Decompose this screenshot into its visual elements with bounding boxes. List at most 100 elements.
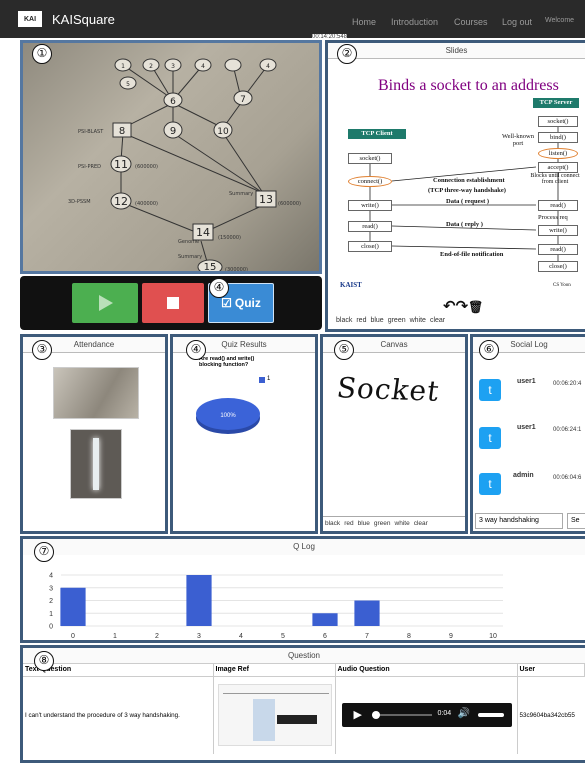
svg-text:13: 13 [259,193,273,206]
nav-home[interactable]: Home [352,17,376,27]
attendee-camera-2 [70,429,122,499]
svg-text:2: 2 [149,63,153,70]
brand-name[interactable]: KAISquare [52,12,115,27]
media-controls: ☑ Quiz [20,276,322,330]
trash-icon[interactable]: 🗑 [468,300,483,314]
site-logo[interactable]: KAI [18,11,42,27]
video-panel: 12 34 45 76 8 9 10 11 12 13 14 15 PSI-BLAST P… [20,40,322,274]
bar[interactable] [60,587,86,626]
panel-number-5: ⑤ [334,340,354,360]
bar[interactable] [354,600,380,627]
log-user: user1 [517,424,536,431]
color-clear[interactable]: clear [414,520,428,527]
navbar: KAI KAISquare Home Introduction Courses … [0,0,585,38]
audio-time: 0:04 [437,710,452,718]
panel-number-3: ③ [32,340,52,360]
twitter-icon: t [479,473,501,495]
legend-swatch [259,377,265,383]
svg-text:7: 7 [240,95,246,105]
color-clear[interactable]: clear [430,317,445,324]
nav-introduction[interactable]: Introduction [391,17,438,27]
nav-courses[interactable]: Courses [454,17,488,27]
redo-icon[interactable]: ↷ [456,297,469,315]
log-time: 00:06:04:6 [553,475,582,481]
question-panel: Question Text Question Image Ref Audio Q… [20,645,585,763]
slide-footer-author: CS Yoon [553,283,571,288]
x-tick-label: 8 [407,633,411,640]
svg-text:12: 12 [114,195,128,208]
svg-text:PSI-BLAST: PSI-BLAST [78,129,104,135]
y-tick-label: 2 [49,598,53,605]
y-tick-label: 0 [49,624,53,631]
x-tick-label: 6 [323,633,327,640]
bar[interactable] [186,575,212,626]
hierarchy-diagram: 12 34 45 76 8 9 10 1112 1314 15 PSI-BLASTP… [68,58,301,271]
play-icon[interactable]: ▶ [354,708,362,721]
svg-text:(600000): (600000) [278,201,301,207]
svg-text:(300000): (300000) [225,267,248,271]
panel-number-2: ② [337,44,357,64]
x-tick-label: 7 [365,633,369,640]
panel-number-1: ① [32,44,52,64]
attendance-panel: Attendance [20,334,168,534]
slide-arrows [369,127,559,261]
color-blue[interactable]: blue [370,317,383,324]
audio-player[interactable]: ▶ 0:04 🔊 [341,703,512,728]
color-black[interactable]: black [336,317,352,324]
color-white[interactable]: white [410,317,426,324]
image-ref-thumbnail[interactable] [217,684,332,747]
quiz-results-panel: Quiz Results Are read() and write() bloc… [170,334,318,534]
svg-text:15: 15 [204,262,217,271]
note-connection: Connection establishment [433,177,505,184]
color-green[interactable]: green [388,317,406,324]
panel-number-6: ⑥ [479,340,499,360]
canvas-drawing[interactable]: Socket [335,371,442,407]
table-header: Text Question Image Ref Audio Question U… [23,664,585,677]
svg-text:(150000): (150000) [218,235,241,241]
volume-icon[interactable]: 🔊 [458,708,470,719]
q-log-chart: 0 1 2 3 4 0 1 2 3 4 5 6 7 8 9 10 [49,573,503,640]
svg-text:1: 1 [121,63,125,70]
play-icon [99,295,113,311]
color-black[interactable]: black [325,520,340,527]
canvas-panel: Canvas Socket black red blue green white clea… [320,334,468,534]
svg-text:6: 6 [170,97,176,107]
play-button[interactable] [72,283,138,323]
table-row: I can't understand the procedure of 3 wa… [23,676,585,754]
note-request: Data ( request ) [446,198,490,205]
nav-logout[interactable]: Log out [502,17,532,27]
bar[interactable] [312,613,338,626]
panel-number-7: ⑦ [34,542,54,562]
panel-number-4-quiz: ④ [209,278,229,298]
color-blue[interactable]: blue [358,520,370,527]
color-red[interactable]: red [344,520,353,527]
social-log-input[interactable]: 3 way handshaking [475,513,563,529]
svg-text:3D-PSSM: 3D-PSSM [68,199,91,205]
pie-label: 100% [220,413,236,419]
quiz-pie-chart: 100% [196,398,260,434]
note-well-known: Well-known port [502,133,534,147]
svg-text:(600000): (600000) [135,164,158,170]
x-tick-label: 4 [239,633,243,640]
slides-panel: Slides Binds a socket to an address TCP … [325,40,585,332]
q-log-title: Q Log [23,539,585,555]
drawing-tools: ↶↷🗑 [443,297,483,315]
svg-text:4: 4 [201,63,205,70]
log-time: 00:06:24:1 [553,427,582,433]
quiz-button-label: Quiz [234,296,261,310]
color-red[interactable]: red [356,317,366,324]
col-audio-question: Audio Question [335,664,518,677]
color-green[interactable]: green [374,520,391,527]
question-text: I can't understand the procedure of 3 wa… [23,676,214,754]
col-user: User [517,664,585,677]
undo-icon[interactable]: ↶ [443,297,456,315]
stop-button[interactable] [142,283,204,323]
svg-text:(400000): (400000) [135,201,158,207]
x-tick-label: 3 [197,633,201,640]
send-button[interactable]: Se [567,513,585,529]
note-blocks: Blocks until connect from client [530,173,580,185]
user-id: 53c9604ba342cb55 [519,711,575,719]
color-white[interactable]: white [395,520,410,527]
svg-text:8: 8 [119,126,125,137]
slide-color-picker: black red blue green white clear [336,317,449,324]
